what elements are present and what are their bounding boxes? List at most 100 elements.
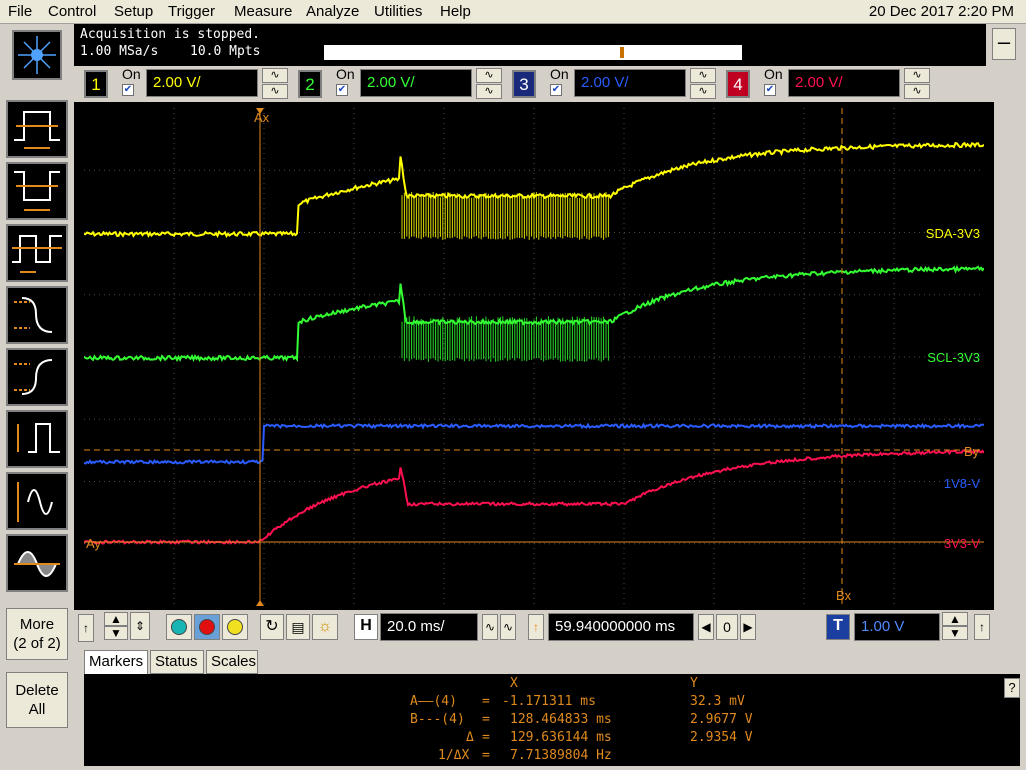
- menu-help[interactable]: Help: [440, 3, 471, 20]
- menu-measure[interactable]: Measure: [234, 3, 292, 20]
- delay-right-icon[interactable]: ▶: [740, 614, 756, 640]
- marker-delta-eq: =: [482, 730, 490, 745]
- more-page-label: (2 of 2): [13, 635, 61, 652]
- marker-b-x: 128.464833 ms: [510, 712, 612, 727]
- channel-4-scale-field[interactable]: 2.00 V/: [788, 69, 900, 97]
- markers-panel: X Y A——(4) = -1.171311 ms 32.3 mV B---(4…: [84, 674, 1020, 766]
- menu-bar: File Control Setup Trigger Measure Analy…: [0, 0, 1026, 24]
- more-button[interactable]: More (2 of 2): [6, 608, 68, 660]
- measure-amplitude-icon[interactable]: [6, 410, 68, 468]
- acquisition-status-panel: Acquisition is stopped. 1.00 MSa/s 10.0 …: [74, 24, 986, 66]
- minimize-button[interactable]: –: [992, 28, 1016, 60]
- trigger-level-field[interactable]: 1.00 V: [854, 613, 940, 641]
- vertical-up-icon[interactable]: ▲: [104, 612, 128, 626]
- measure-period-icon[interactable]: [6, 224, 68, 282]
- brightness-icon[interactable]: ☼: [312, 614, 338, 640]
- measure-fall-time-icon[interactable]: [6, 286, 68, 344]
- channel-3-scale-up-icon[interactable]: ∿: [690, 68, 716, 83]
- channel-1-button[interactable]: 1: [84, 70, 108, 98]
- marker-x-header: X: [510, 676, 518, 691]
- timebase-scale-field[interactable]: 20.0 ms/: [380, 613, 478, 641]
- measure-average-icon[interactable]: [6, 534, 68, 592]
- trigger-arrow-icon[interactable]: ↑: [974, 614, 990, 640]
- marker-inv-delta-x: 7.71389804 Hz: [510, 748, 612, 763]
- marker-bx-label: Bx: [836, 588, 852, 603]
- red-color-button[interactable]: [194, 614, 220, 640]
- print-icon[interactable]: ▤: [286, 614, 310, 640]
- cursor-arrow-icon[interactable]: ↑: [78, 614, 94, 642]
- marker-a-eq: =: [482, 694, 490, 709]
- channel-1-checkbox[interactable]: ✔: [122, 84, 134, 96]
- channel-2-burst: [401, 316, 609, 362]
- tab-status[interactable]: Status: [150, 650, 204, 674]
- marker-b-y: 2.9677 V: [690, 712, 753, 727]
- autoscale-icon[interactable]: ↻: [260, 614, 284, 640]
- vertical-down-icon[interactable]: ▼: [104, 626, 128, 640]
- help-button[interactable]: ?: [1004, 678, 1020, 698]
- channel-1-name: SDA-3V3: [926, 226, 980, 241]
- delay-field[interactable]: 59.940000000 ms: [548, 613, 694, 641]
- trigger-down-icon[interactable]: ▼: [942, 626, 968, 640]
- channel-4-name: 3V3-V: [944, 536, 980, 551]
- all-label: All: [28, 701, 46, 718]
- menu-analyze[interactable]: Analyze: [306, 3, 359, 20]
- menu-setup[interactable]: Setup: [114, 3, 153, 20]
- channel-3-trace: [84, 422, 984, 466]
- channel-2-scale-field[interactable]: 2.00 V/: [360, 69, 472, 97]
- channel-3-checkbox[interactable]: ✔: [550, 84, 562, 96]
- channel-4-scale-up-icon[interactable]: ∿: [904, 68, 930, 83]
- channel-4-checkbox[interactable]: ✔: [764, 84, 776, 96]
- record-position-marker: [620, 47, 624, 58]
- measure-pulse-width-positive-icon[interactable]: [6, 100, 68, 158]
- channel-2-checkbox[interactable]: ✔: [336, 84, 348, 96]
- channel-4-scale-down-icon[interactable]: ∿: [904, 84, 930, 99]
- marker-b-eq: =: [482, 712, 490, 727]
- menu-control[interactable]: Control: [48, 3, 96, 20]
- channel-1-scale-field[interactable]: 2.00 V/: [146, 69, 258, 97]
- channel-3-name: 1V8-V: [944, 476, 980, 491]
- more-label: More: [19, 616, 55, 633]
- timebase-controls: ↑ ▲ ▼ ⇕ ↻ ▤ ☼ H 20.0 ms/ ∿ ∿ ↑ 59.940000…: [74, 610, 1026, 648]
- waveform-display[interactable]: Ax Bx Ay By SDA-3V3 SCL-3V3 1V8-V 3V3-V: [84, 108, 984, 606]
- spin-icon[interactable]: ⇕: [130, 612, 150, 640]
- timebase-down-icon[interactable]: ∿: [482, 614, 498, 640]
- menu-utilities[interactable]: Utilities: [374, 3, 422, 20]
- brand-logo-icon: [12, 30, 62, 80]
- teal-color-button[interactable]: [166, 614, 192, 640]
- marker-b-label: B---(4): [410, 712, 465, 727]
- channel-4-button[interactable]: 4: [726, 70, 750, 98]
- marker-a-x: -1.171311 ms: [502, 694, 596, 709]
- channel-2-scale-up-icon[interactable]: ∿: [476, 68, 502, 83]
- menu-trigger[interactable]: Trigger: [168, 3, 215, 20]
- channel-3-button[interactable]: 3: [512, 70, 536, 98]
- marker-ax-label: Ax: [254, 110, 270, 125]
- channel-3-scale-field[interactable]: 2.00 V/: [574, 69, 686, 97]
- memory-depth-text: 10.0 Mpts: [190, 44, 261, 59]
- measure-pulse-width-negative-icon[interactable]: [6, 162, 68, 220]
- waveform-canvas: Ax Bx Ay By SDA-3V3 SCL-3V3 1V8-V 3V3-V: [84, 108, 984, 606]
- menu-file[interactable]: File: [8, 3, 32, 20]
- tab-markers[interactable]: Markers: [84, 650, 148, 674]
- measure-rise-time-icon[interactable]: [6, 348, 68, 406]
- delay-zero-button[interactable]: 0: [716, 614, 738, 640]
- measure-peak-to-peak-icon[interactable]: [6, 472, 68, 530]
- marker-delta-y: 2.9354 V: [690, 730, 753, 745]
- channel-3-scale-down-icon[interactable]: ∿: [690, 84, 716, 99]
- delete-label: Delete: [15, 682, 59, 699]
- channel-1-scale-down-icon[interactable]: ∿: [262, 84, 288, 99]
- channel-3-on-label: On: [550, 66, 569, 82]
- yellow-color-button[interactable]: [222, 614, 248, 640]
- horizontal-label: H: [354, 614, 378, 640]
- trigger-position-bottom-icon: [256, 600, 264, 606]
- trigger-position-icon[interactable]: ↑: [528, 614, 544, 640]
- tab-scales[interactable]: Scales: [206, 650, 258, 674]
- channel-2-scale-down-icon[interactable]: ∿: [476, 84, 502, 99]
- trigger-label: T: [826, 614, 850, 640]
- delete-all-button[interactable]: Delete All: [6, 672, 68, 728]
- trigger-up-icon[interactable]: ▲: [942, 612, 968, 626]
- timebase-up-icon[interactable]: ∿: [500, 614, 516, 640]
- channel-2-button[interactable]: 2: [298, 70, 322, 98]
- channel-4-trace: [84, 449, 984, 545]
- delay-left-icon[interactable]: ◀: [698, 614, 714, 640]
- channel-1-scale-up-icon[interactable]: ∿: [262, 68, 288, 83]
